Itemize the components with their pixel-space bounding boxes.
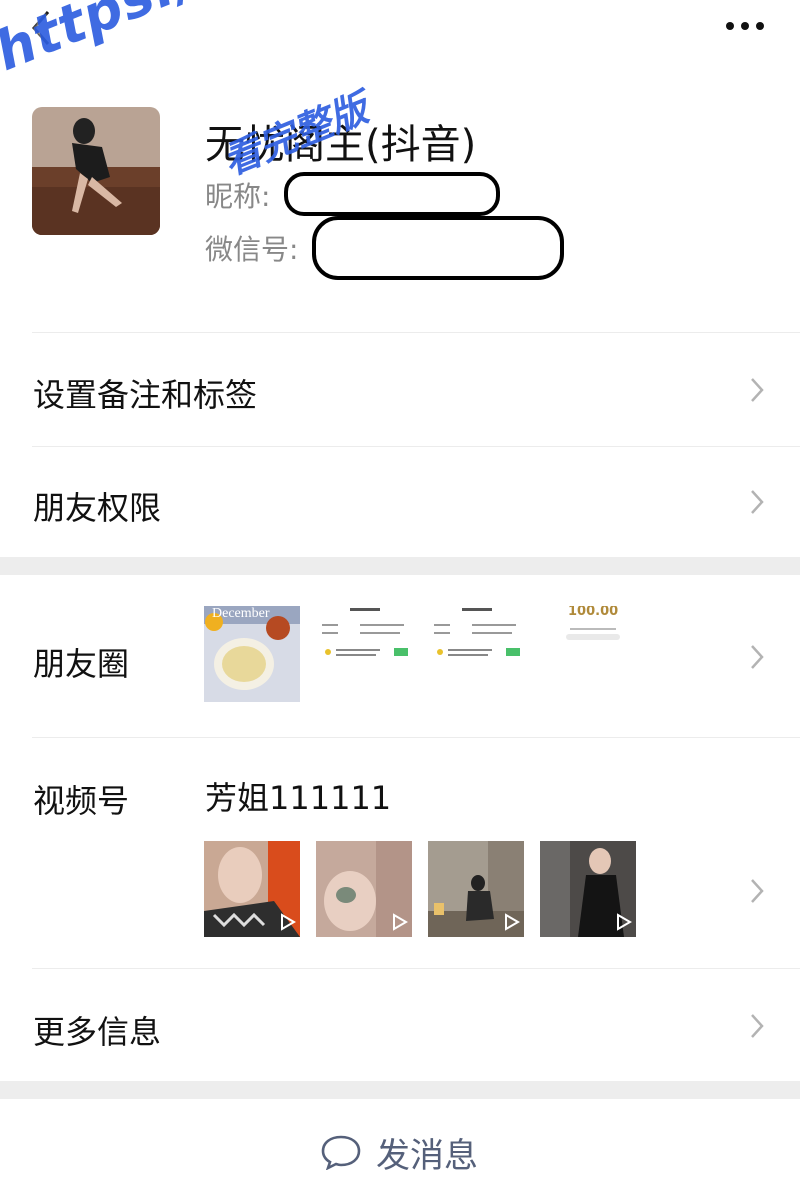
avatar-photo <box>32 107 160 235</box>
redaction-mark <box>312 216 564 280</box>
chat-bubble-icon <box>321 1135 361 1170</box>
chevron-right-icon <box>751 879 764 903</box>
chevron-right-icon <box>751 645 764 669</box>
video-frame <box>428 841 524 937</box>
row-label: 朋友圈 <box>33 645 130 683</box>
moments-thumbnail[interactable]: 100.00 <box>540 606 636 702</box>
video-frame <box>204 841 300 937</box>
send-message-label: 发消息 <box>376 1135 478 1176</box>
chevron-right-icon <box>751 490 764 514</box>
row-more-info[interactable]: 更多信息 <box>0 969 800 1081</box>
video-thumbnail[interactable] <box>428 841 524 937</box>
redaction-mark <box>284 172 500 216</box>
more-icon[interactable] <box>722 14 768 38</box>
video-frame <box>316 841 412 937</box>
row-label: 设置备注和标签 <box>33 376 258 414</box>
chevron-right-icon <box>751 378 764 402</box>
row-label: 朋友权限 <box>33 489 162 527</box>
receipt-screenshot <box>428 606 524 702</box>
section-gap <box>0 557 800 575</box>
divider <box>32 332 800 333</box>
send-message-button[interactable]: 发消息 <box>320 1130 478 1176</box>
chevron-right-icon <box>751 1014 764 1038</box>
video-thumbnail[interactable] <box>316 841 412 937</box>
section-gap <box>0 1081 800 1099</box>
row-remark-tags[interactable]: 设置备注和标签 <box>0 334 800 446</box>
thumbnail-caption: December <box>212 606 270 621</box>
video-thumbnail[interactable] <box>540 841 636 937</box>
row-label: 视频号 <box>33 782 130 820</box>
video-frame <box>540 841 636 937</box>
avatar[interactable] <box>32 107 160 235</box>
row-label: 更多信息 <box>33 1013 162 1051</box>
thumbnail-amount: 100.00 <box>568 606 619 619</box>
payment-screenshot <box>540 606 636 702</box>
video-thumbnail[interactable] <box>204 841 300 937</box>
receipt-screenshot <box>316 606 412 702</box>
moments-thumbnail[interactable] <box>428 606 524 702</box>
row-friend-permissions[interactable]: 朋友权限 <box>0 447 800 557</box>
moments-thumbnail[interactable]: December <box>204 606 300 702</box>
moments-thumbnail[interactable] <box>316 606 412 702</box>
wechat-id-label: 微信号: <box>205 233 299 266</box>
channels-account-name: 芳姐111111 <box>205 779 392 817</box>
